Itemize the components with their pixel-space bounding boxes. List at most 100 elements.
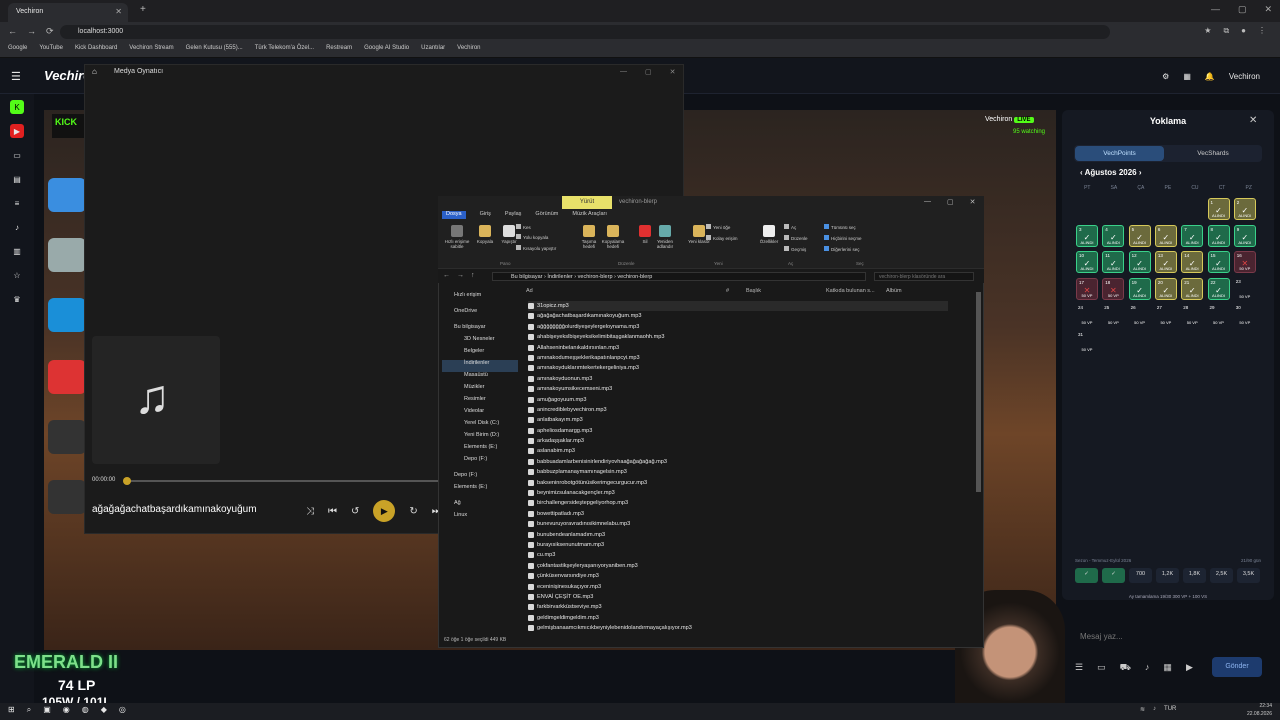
vscode-icon[interactable]: ◆ [101,705,107,715]
ribbon-button[interactable]: Taşıma hedefi [576,225,602,249]
ribbon-button[interactable]: Yolu kopyala [516,234,548,240]
file-row[interactable]: çünküsenvarsındiye.mp3 [528,571,948,581]
sidebar-item[interactable]: Yerel Disk (C:) [442,420,518,432]
bookmark-item[interactable]: Restream [326,45,352,54]
ribbon-button[interactable]: Diğerlerini seç [824,246,860,252]
star-icon[interactable]: ☆ [10,268,24,282]
rewind-icon[interactable]: ↺ [351,506,359,517]
calendar-day[interactable]: 4 ✓ ALINDI [1102,224,1125,247]
explorer-menu-item[interactable]: Giriş [480,211,491,219]
calendar-day[interactable]: 7 ✓ ALINDI [1181,224,1204,247]
sidebar-item[interactable]: Masaüstü [442,372,518,384]
ribbon-button[interactable]: Kes [516,224,531,230]
calendar-day[interactable]: 8 ✓ ALINDI [1207,224,1230,247]
calendar-day[interactable]: 12 ✓ ALINDI [1128,251,1151,273]
next-month-icon[interactable]: › [1137,168,1142,177]
sidebar-item[interactable]: Müzikler [442,384,518,396]
file-row[interactable]: amınakoyduonun.mp3 [528,374,948,384]
file-row[interactable]: babbuzplamanaymamınagelsin.mp3 [528,467,948,477]
calendar-day[interactable]: 18 ✕ 50 VP [1102,277,1125,300]
minimize-icon[interactable]: — [924,198,931,206]
search-icon[interactable]: ⌕ [27,705,31,715]
file-row[interactable]: amınakodumeşşeklerikapatınlanpcyi.mp3 [528,353,948,363]
file-row[interactable]: geldimgeldimgeldim.mp3 [528,613,948,623]
home-icon[interactable]: ⌂ [92,67,97,76]
column-header[interactable]: Albüm [886,288,902,294]
volume-icon[interactable]: ♪ [1153,706,1156,713]
folder-icon[interactable]: ▣ [43,705,51,715]
file-row[interactable]: amınakoyumsikecemseni.mp3 [528,384,948,394]
bookmark-item[interactable]: YouTube [39,45,63,54]
explorer-path[interactable]: Bu bilgisayar › İndirilenler › vechiron-… [492,272,866,281]
ribbon-button[interactable]: Geçmiş [784,246,806,252]
close-icon[interactable]: ✕ [970,198,976,206]
clock[interactable]: 22:34 22.08.2026 [1247,702,1272,718]
store-icon[interactable]: ▤ [10,172,24,186]
forward-icon[interactable]: → [27,26,36,37]
ribbon-button[interactable]: Kısayolu yapıştır [516,245,556,251]
column-header[interactable]: Katkıda bulunan s... [826,288,875,294]
sidebar-item[interactable]: Depo (F:) [442,472,518,484]
stats-icon[interactable]: ▥ [10,244,24,258]
cart-icon[interactable]: ⛟ [1120,662,1131,674]
list-icon[interactable]: ≡ [10,196,24,210]
shuffle-icon[interactable]: ⤨ [306,506,314,517]
path-segment[interactable]: vechiron-blerp [578,274,613,280]
file-row[interactable]: beynimizsulanacakgençler.mp3 [528,488,948,498]
file-row[interactable]: amuğagoyuum.mp3 [528,395,948,405]
chrome-icon[interactable]: ◉ [63,705,70,715]
file-row[interactable]: eceninişinesukaçıyor.mp3 [528,582,948,592]
calendar-day[interactable]: 9 ✓ ALINDI [1233,224,1256,247]
windows-icon[interactable]: ⊞ [8,705,15,715]
close-tab-icon[interactable]: ✕ [115,7,122,16]
seek-handle[interactable] [123,477,131,485]
back-icon[interactable]: ← [8,26,17,37]
calendar-day[interactable]: 3 ✓ ALINDI [1076,224,1098,247]
file-row[interactable]: 31opicz.mp3 [528,301,948,312]
calendar-day[interactable]: 6 ✓ ALINDI [1154,224,1177,247]
chat-icon[interactable]: ▭ [10,148,24,162]
calendar-day[interactable]: 19 ✓ ALINDI [1128,277,1151,300]
browser-tab[interactable]: Vechiron ✕ [8,3,128,22]
calendar-day[interactable]: 10 ✓ ALINDI [1076,251,1098,273]
calendar-day[interactable]: 11 ✓ ALINDI [1102,251,1125,273]
close-panel-icon[interactable]: ✕ [1249,115,1257,126]
calendar-day[interactable]: 13 ✓ ALINDI [1154,251,1177,273]
explorer-menu-item[interactable]: Görünüm [535,211,558,219]
maximize-icon[interactable]: ▢ [1238,4,1247,15]
bookmark-item[interactable]: Kick Dashboard [75,45,117,54]
tab-vechpoints[interactable]: VechPoints [1075,146,1164,161]
file-row[interactable]: amınakoyduklarımtekertekergeliniya.mp3 [528,363,948,373]
sidebar-item[interactable]: Ağ [442,500,518,512]
file-row[interactable]: cu.mp3 [528,550,948,560]
file-row[interactable]: ağağağachatbaşardıkamınakoyuğum.mp3 [528,311,948,321]
explorer-menu-item[interactable]: Paylaş [505,211,522,219]
path-segment[interactable]: vechiron-blerp [617,274,652,280]
tab-vecshards[interactable]: VecShards [1166,146,1260,161]
extensions-icon[interactable]: ⧉ [1223,26,1229,36]
path-segment[interactable]: İndirilenler [547,274,572,280]
bookmark-item[interactable]: Vechiron [457,45,480,54]
sidebar-item[interactable]: İndirilenler [442,360,518,372]
maximize-icon[interactable]: ▢ [947,198,954,206]
edge-icon[interactable]: ◍ [82,705,89,715]
sidebar-item[interactable]: Depo (F:) [442,456,518,468]
language-indicator[interactable]: TUR [1164,706,1176,713]
sidebar-item[interactable]: Videolar [442,408,518,420]
bookmark-item[interactable]: Türk Telekom'a Özel... [255,45,314,54]
sidebar-item[interactable]: Belgeler [442,348,518,360]
music-icon[interactable]: ♪ [10,220,24,234]
file-row[interactable]: burayısiksenunutmam.mp3 [528,540,948,550]
calendar-day[interactable]: 15 ✓ ALINDI [1207,251,1230,273]
file-row[interactable]: birchallengersideştepgeliyorhop.mp3 [528,498,948,508]
file-row[interactable]: aslanabim.mp3 [528,446,948,456]
explorer-menu-item[interactable]: Dosya [442,211,466,219]
sidebar-item[interactable]: Elements (E:) [442,484,518,496]
bookmark-item[interactable]: Google AI Studio [364,45,409,54]
profile-icon[interactable]: ● [1241,26,1246,36]
calendar-day[interactable]: 20 ✓ ALINDI [1154,277,1177,300]
reload-icon[interactable]: ⟳ [46,26,54,37]
file-row[interactable]: çokfantastikşeyleryaşanıyoryaniben.mp3 [528,561,948,571]
file-row[interactable]: ağğğğğğğğolurdiyeşeylergeloynama.mp3 [528,322,948,332]
menu-icon[interactable]: ⋮ [1258,26,1266,36]
